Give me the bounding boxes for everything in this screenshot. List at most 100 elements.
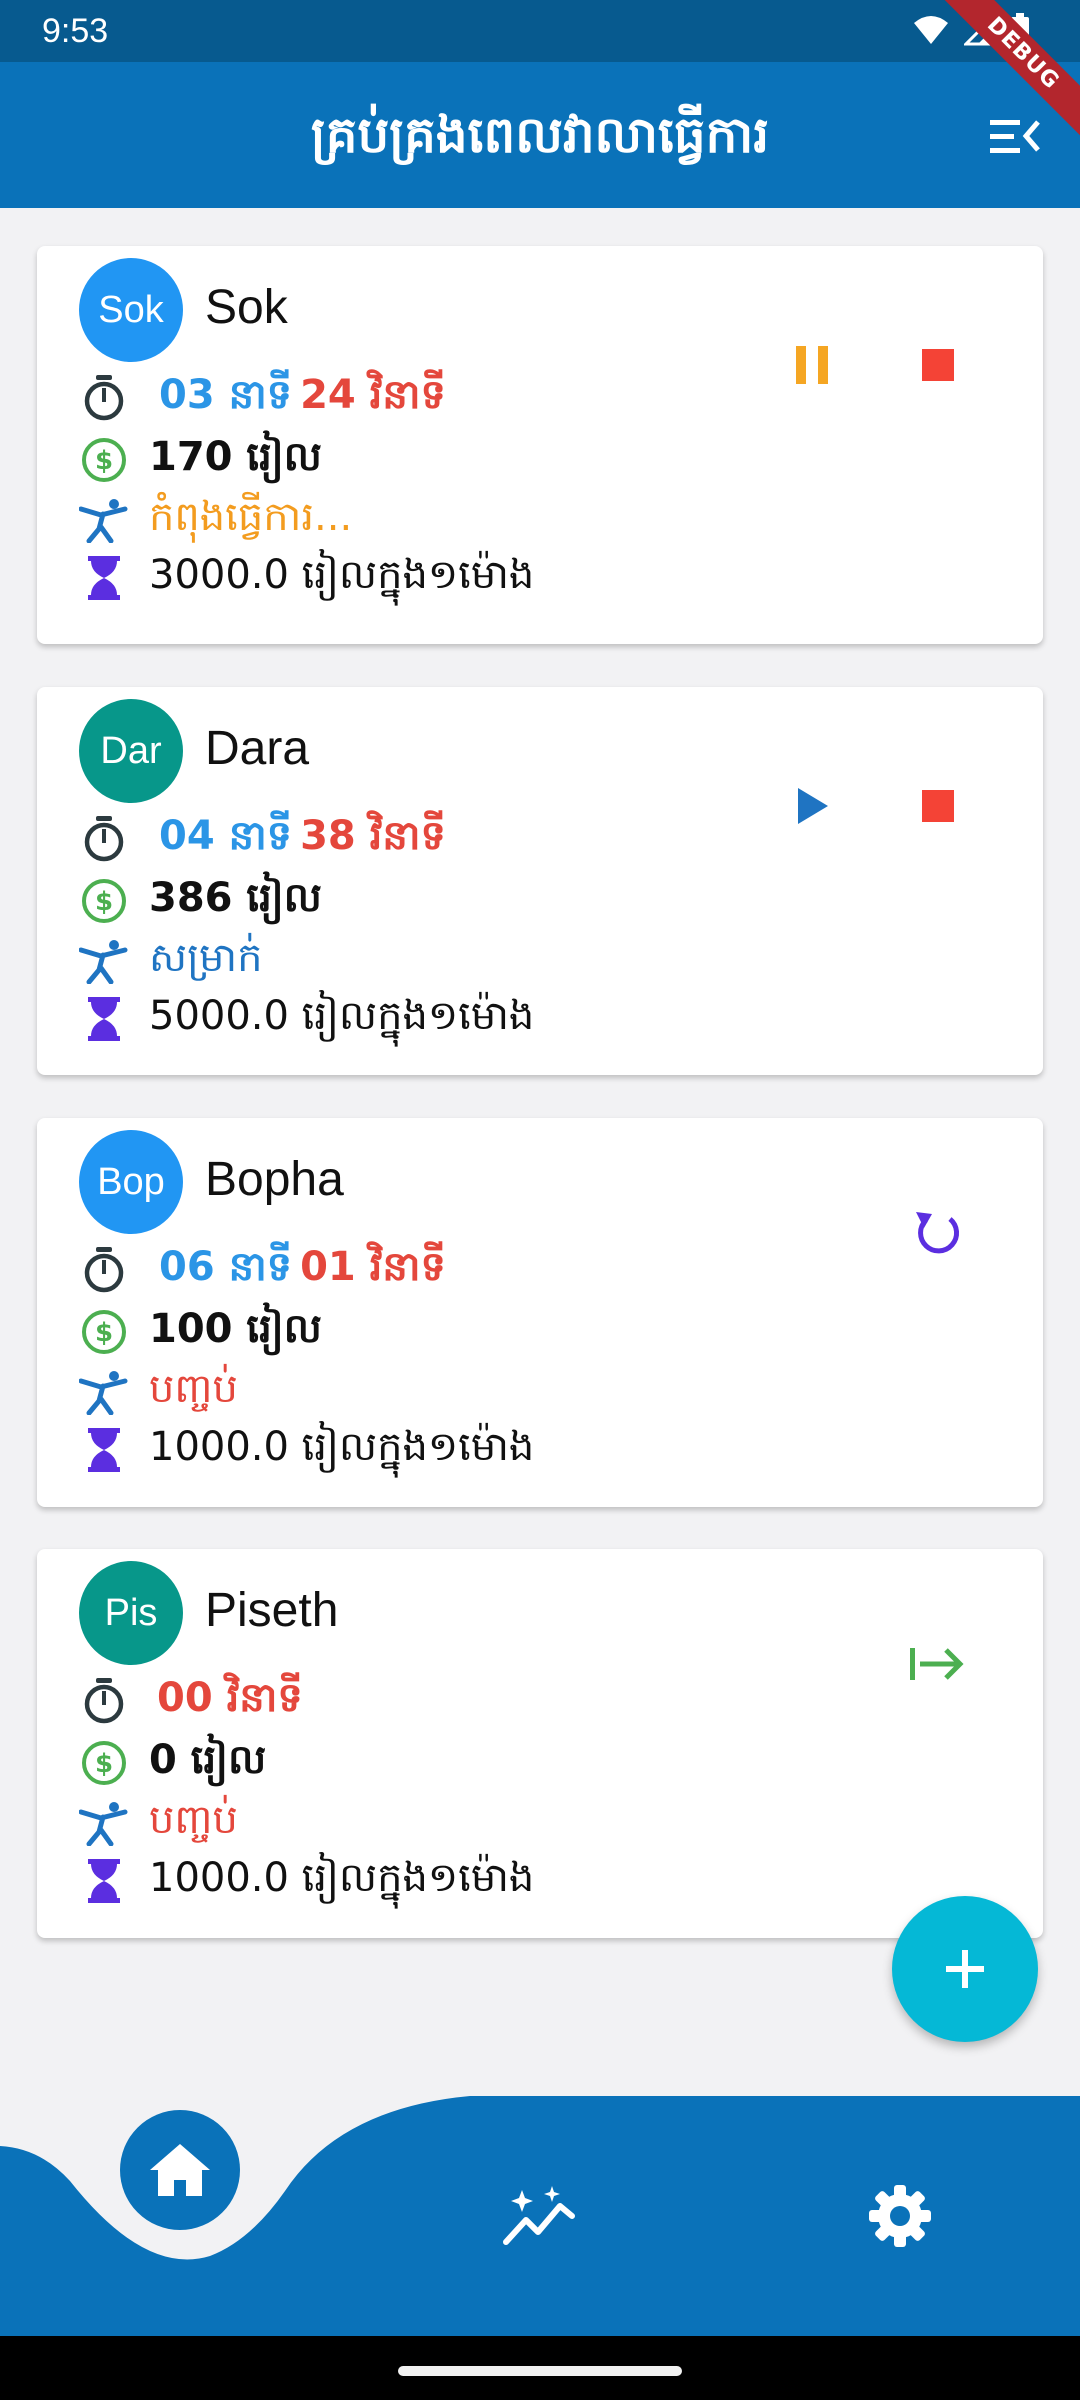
home-gesture-handle[interactable] [398, 2366, 682, 2376]
status-bar: 9:53 [0, 0, 1080, 62]
svg-text:$: $ [95, 887, 113, 917]
page-title: គ្រប់គ្រងពេលវាលាធ្វើការ [310, 106, 770, 164]
signal-icon [964, 14, 996, 46]
bottom-navigation [0, 2096, 1080, 2336]
avatar: Bop [79, 1130, 183, 1234]
elapsed-minutes: 06 នាទី [159, 1243, 293, 1290]
hourly-rate: 5000.0 រៀលក្នុង១ម៉ោង [79, 991, 534, 1047]
elapsed-minutes: 03 នាទី [159, 371, 293, 418]
play-button[interactable] [777, 773, 847, 843]
money-icon: $ [79, 1307, 129, 1357]
status-text: បញ្ចប់ [149, 1365, 238, 1412]
money-icon: $ [79, 435, 129, 485]
employee-card[interactable]: Sok Sok 03 នាទី 24 វិនាទី $170 រៀលកំពុងធ្វើក… [37, 246, 1043, 644]
insights-icon [503, 2186, 575, 2245]
pause-button[interactable] [777, 332, 847, 402]
elapsed-seconds: 38 វិនាទី [300, 812, 446, 859]
earned-amount: $386 រៀល [79, 873, 322, 929]
hourly-rate: 3000.0 រៀលក្នុង១ម៉ោង [79, 550, 534, 606]
earned-amount: $0 រៀល [79, 1735, 266, 1791]
activity-icon [79, 1367, 129, 1417]
work-status: កំពុងធ្វើការ... [79, 492, 352, 548]
activity-icon [79, 936, 129, 986]
system-icons [912, 12, 1030, 48]
hourglass-icon [79, 553, 129, 603]
nav-settings[interactable] [860, 2176, 940, 2256]
work-status: បញ្ចប់ [79, 1795, 238, 1851]
timer-icon [79, 1245, 129, 1295]
rate-value: 1000.0 រៀលក្នុង១ម៉ោង [149, 1423, 535, 1470]
timer-icon [79, 814, 129, 864]
work-status: បញ្ចប់ [79, 1364, 238, 1420]
employee-card[interactable]: Pis Piseth 00 វិនាទី $0 រៀលបញ្ចប់ 1000.0 រៀល… [37, 1549, 1043, 1938]
reset-button[interactable] [903, 1200, 973, 1270]
earned-value: 386 រៀល [149, 874, 322, 921]
elapsed-seconds: 24 វិនាទី [300, 371, 446, 418]
earned-value: 170 រៀល [149, 433, 322, 480]
elapsed-time: 06 នាទី 01 វិនាទី [79, 1242, 446, 1298]
money-icon: $ [79, 1738, 129, 1788]
svg-text:$: $ [95, 1749, 113, 1779]
add-employee-button[interactable] [892, 1896, 1038, 2042]
stop-icon [920, 788, 956, 828]
avatar: Sok [79, 258, 183, 362]
status-text: បញ្ចប់ [149, 1796, 238, 1843]
elapsed-time: 04 នាទី 38 វិនាទី [79, 811, 446, 867]
stop-button[interactable] [903, 332, 973, 402]
rate-value: 1000.0 រៀលក្នុង១ម៉ោង [149, 1854, 535, 1901]
employee-name: Bopha [205, 1153, 344, 1206]
stop-icon [920, 347, 956, 387]
start-icon [908, 1644, 968, 1688]
hourglass-icon [79, 1856, 129, 1906]
elapsed-time: 03 នាទី 24 វិនាទី [79, 370, 446, 426]
hourly-rate: 1000.0 រៀលក្នុង១ម៉ោង [79, 1422, 534, 1478]
employee-name: Dara [205, 722, 310, 775]
earned-amount: $100 រៀល [79, 1304, 322, 1360]
nav-insights[interactable] [500, 2176, 580, 2256]
wifi-icon [914, 16, 948, 44]
system-navigation-bar [0, 2336, 1080, 2400]
timer-icon [79, 373, 129, 423]
plus-icon [946, 1950, 984, 1988]
elapsed-minutes: 04 នាទី [159, 812, 293, 859]
reset-icon [912, 1206, 964, 1264]
app-bar: គ្រប់គ្រងពេលវាលាធ្វើការ [0, 62, 1080, 208]
svg-text:$: $ [95, 446, 113, 476]
avatar: Pis [79, 1561, 183, 1665]
status-text: កំពុងធ្វើការ... [149, 493, 353, 540]
hourglass-icon [79, 994, 129, 1044]
stop-button[interactable] [903, 773, 973, 843]
employee-card[interactable]: Bop Bopha 06 នាទី 01 វិនាទី $100 រៀលបញ្ចប់ 10… [37, 1118, 1043, 1507]
rate-value: 5000.0 រៀលក្នុង១ម៉ោង [149, 992, 535, 1039]
work-status: សម្រាក់ [79, 933, 262, 989]
start-button[interactable] [903, 1631, 973, 1701]
settings-icon [869, 2185, 931, 2247]
status-text: សម្រាក់ [149, 934, 263, 981]
play-icon [794, 786, 830, 830]
employee-card[interactable]: Dar Dara 04 នាទី 38 វិនាទី $386 រៀលសម្រាក់ 50… [37, 687, 1043, 1075]
elapsed-time: 00 វិនាទី [79, 1673, 303, 1729]
activity-icon [79, 1798, 129, 1848]
elapsed-seconds: 00 វិនាទី [157, 1674, 303, 1721]
menu-button[interactable] [986, 108, 1042, 164]
avatar: Dar [79, 699, 183, 803]
elapsed-seconds: 01 វិនាទី [300, 1243, 446, 1290]
svg-text:$: $ [95, 1318, 113, 1348]
rate-value: 3000.0 រៀលក្នុង១ម៉ោង [149, 551, 535, 598]
pause-icon [792, 344, 832, 390]
nav-home[interactable] [120, 2110, 240, 2230]
battery-icon [1011, 13, 1029, 47]
status-time: 9:53 [42, 12, 109, 50]
menu-collapse-icon [990, 120, 1040, 153]
activity-icon [79, 495, 129, 545]
earned-value: 100 រៀល [149, 1305, 322, 1352]
hourglass-icon [79, 1425, 129, 1475]
home-icon [150, 2144, 210, 2196]
hourly-rate: 1000.0 រៀលក្នុង១ម៉ោង [79, 1853, 534, 1909]
earned-amount: $170 រៀល [79, 432, 322, 488]
employee-name: Piseth [205, 1584, 339, 1637]
money-icon: $ [79, 876, 129, 926]
employee-name: Sok [205, 281, 288, 334]
timer-icon [79, 1676, 129, 1726]
earned-value: 0 រៀល [149, 1736, 267, 1783]
